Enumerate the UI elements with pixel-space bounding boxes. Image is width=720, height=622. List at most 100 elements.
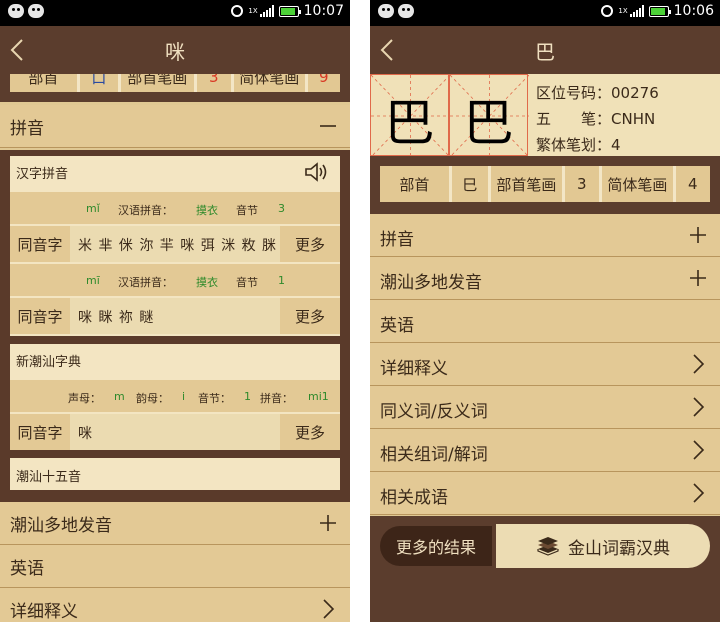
- simplified-strokes-label: 简体笔画: [234, 74, 308, 92]
- title-bar: 咪: [0, 26, 350, 74]
- more-results-button[interactable]: 更多的结果: [380, 526, 492, 566]
- final-label: 韵母：: [136, 392, 169, 405]
- final-value: i: [182, 390, 186, 403]
- section-related-words[interactable]: 相关组词/解词: [370, 429, 720, 472]
- collapse-icon[interactable]: [316, 114, 340, 138]
- homophone-chars[interactable]: 咪: [78, 423, 93, 443]
- card-title: 汉字拼音: [16, 166, 69, 182]
- radical-label: 部首: [380, 166, 452, 202]
- syllable-label: 音节: [236, 276, 258, 289]
- chevron-right-icon[interactable]: [686, 395, 710, 419]
- homophone-chars[interactable]: 咪 眯 祢 瞇: [78, 307, 154, 327]
- wechat-icon: [378, 4, 394, 18]
- simplified-strokes-value: 4: [688, 175, 698, 193]
- hanyu-value: 摸衣: [196, 276, 218, 289]
- section-detailed-definition[interactable]: 详细释义: [0, 588, 350, 622]
- code-value: 00276: [611, 84, 659, 102]
- radical-strokes-value: 3: [197, 74, 234, 92]
- homophone-row: 同音字 米 芈 侎 沵 羋 咪 弭 洣 敉 脒 更多: [10, 226, 340, 262]
- homophone-label: 同音字: [10, 226, 70, 262]
- battery-icon: [278, 5, 301, 17]
- more-button[interactable]: 更多: [280, 226, 340, 262]
- syllable-label: 音节：: [198, 392, 231, 405]
- homophone-label: 同音字: [10, 414, 70, 450]
- large-character: 巴: [463, 94, 514, 152]
- plus-icon[interactable]: [686, 266, 710, 290]
- pinyin-info-row: mī 汉语拼音： 摸衣 音节 1: [10, 264, 340, 296]
- section-pinyin[interactable]: 拼音: [370, 214, 720, 257]
- content: 部首 口 部首笔画 3 简体笔画 9 拼音 汉字拼音 mǐ 汉语拼音： 摸衣 音…: [0, 74, 350, 622]
- hanzi-pinyin-card: 汉字拼音 mǐ 汉语拼音： 摸衣 音节 3 同音字 米 芈 侎 沵 羋 咪 弭 …: [10, 156, 340, 336]
- more-button[interactable]: 更多: [280, 298, 340, 334]
- code-label: 区位号码：: [536, 84, 612, 102]
- chevron-right-icon[interactable]: [686, 438, 710, 462]
- content: 巴 巴 区位号码：00276 五 笔：CNHN 繁体笔划：4 部首 巳 部首笔画…: [370, 74, 720, 622]
- chaoshan-info-row: 声母： m 韵母： i 音节： 1 拼音： mi1: [10, 380, 340, 412]
- section-english[interactable]: 英语: [0, 545, 350, 588]
- network-type: 1X: [248, 7, 258, 15]
- radical-strokes-value: 3: [565, 166, 602, 202]
- hanyu-value: 摸衣: [196, 204, 218, 217]
- section-english[interactable]: 英语: [370, 300, 720, 343]
- chevron-right-icon[interactable]: [686, 481, 710, 505]
- section-detailed-definition[interactable]: 详细释义: [370, 343, 720, 386]
- fifteen-tones-card[interactable]: 潮汕十五音: [10, 458, 340, 490]
- radical-strokes-label: 部首笔画: [121, 74, 197, 92]
- chevron-right-icon[interactable]: [316, 597, 340, 621]
- screen-right: 1X 10:06 巴 巴 巴 区位号码：00276 五 笔：CNHN 繁体笔划：…: [370, 0, 720, 622]
- character-grid: 巴 巴: [370, 74, 529, 157]
- pinyin-reading: mī: [86, 274, 100, 287]
- character-info: 区位号码：00276 五 笔：CNHN 繁体笔划：4: [536, 80, 659, 158]
- plus-icon[interactable]: [316, 511, 340, 535]
- section-synonyms-antonyms[interactable]: 同义词/反义词: [370, 386, 720, 429]
- section-label: 拼音: [10, 118, 44, 139]
- plus-icon[interactable]: [686, 223, 710, 247]
- jinshan-label: 金山词霸汉典: [568, 538, 670, 559]
- chevron-right-icon[interactable]: [686, 352, 710, 376]
- speaker-icon[interactable]: [304, 162, 330, 182]
- status-time: 10:06: [673, 3, 714, 19]
- syllable-value: 3: [278, 202, 285, 215]
- card-title: 潮汕十五音: [16, 470, 82, 485]
- signal-icon: [259, 5, 274, 17]
- page-title: 巴: [535, 40, 555, 64]
- radical-strokes-label: 部首笔画: [491, 166, 565, 202]
- app-notification-icon: [398, 4, 414, 18]
- section-pinyin[interactable]: 拼音: [0, 105, 350, 148]
- radical-label: 部首: [10, 74, 80, 92]
- section-list: 拼音 潮汕多地发音 英语 详细释义 同义词/反义词 相关组词/解词 相关成语: [370, 214, 720, 515]
- card-title: 新潮汕字典: [16, 354, 82, 370]
- wechat-icon: [8, 4, 24, 18]
- traditional-strokes-value: 4: [611, 136, 621, 154]
- syllable-value: 1: [244, 390, 251, 403]
- page-title: 咪: [165, 40, 185, 64]
- section-label: 同义词/反义词: [380, 402, 488, 422]
- signal-icon: [629, 5, 644, 17]
- section-related-idioms[interactable]: 相关成语: [370, 472, 720, 515]
- book-stack-icon: [537, 537, 559, 556]
- section-label: 详细释义: [380, 359, 448, 379]
- homophone-label: 同音字: [10, 298, 70, 334]
- screen-left: 1X 10:07 咪 部首 口 部首笔画 3 简体笔画 9 拼音 汉字拼音 mǐ…: [0, 0, 350, 622]
- app-notification-icon: [28, 4, 44, 18]
- section-chaoshan-pronunciation[interactable]: 潮汕多地发音: [370, 257, 720, 300]
- character-cell: 巴: [449, 74, 529, 157]
- section-chaoshan-pronunciation[interactable]: 潮汕多地发音: [0, 502, 350, 545]
- more-button[interactable]: 更多: [280, 414, 340, 450]
- pinyin-info-row: mǐ 汉语拼音： 摸衣 音节 3: [10, 192, 340, 224]
- character-cell: 巴: [370, 74, 450, 157]
- network-type: 1X: [618, 7, 628, 15]
- section-label: 详细释义: [10, 601, 78, 622]
- status-bar: 1X 10:06: [370, 0, 720, 26]
- jinshan-dictionary-button[interactable]: 金山词霸汉典: [496, 524, 710, 568]
- section-label: 英语: [380, 316, 414, 336]
- status-time: 10:07: [303, 3, 344, 19]
- status-bar: 1X 10:07: [0, 0, 350, 26]
- simplified-strokes-value: 9: [319, 74, 329, 86]
- homophone-chars[interactable]: 米 芈 侎 沵 羋 咪 弭 洣 敉 脒: [78, 235, 277, 255]
- pinyin-value: mi1: [308, 390, 329, 403]
- alarm-icon: [601, 5, 614, 17]
- section-label: 拼音: [380, 230, 414, 250]
- section-label: 英语: [10, 558, 44, 579]
- hanyu-label: 汉语拼音：: [118, 204, 173, 217]
